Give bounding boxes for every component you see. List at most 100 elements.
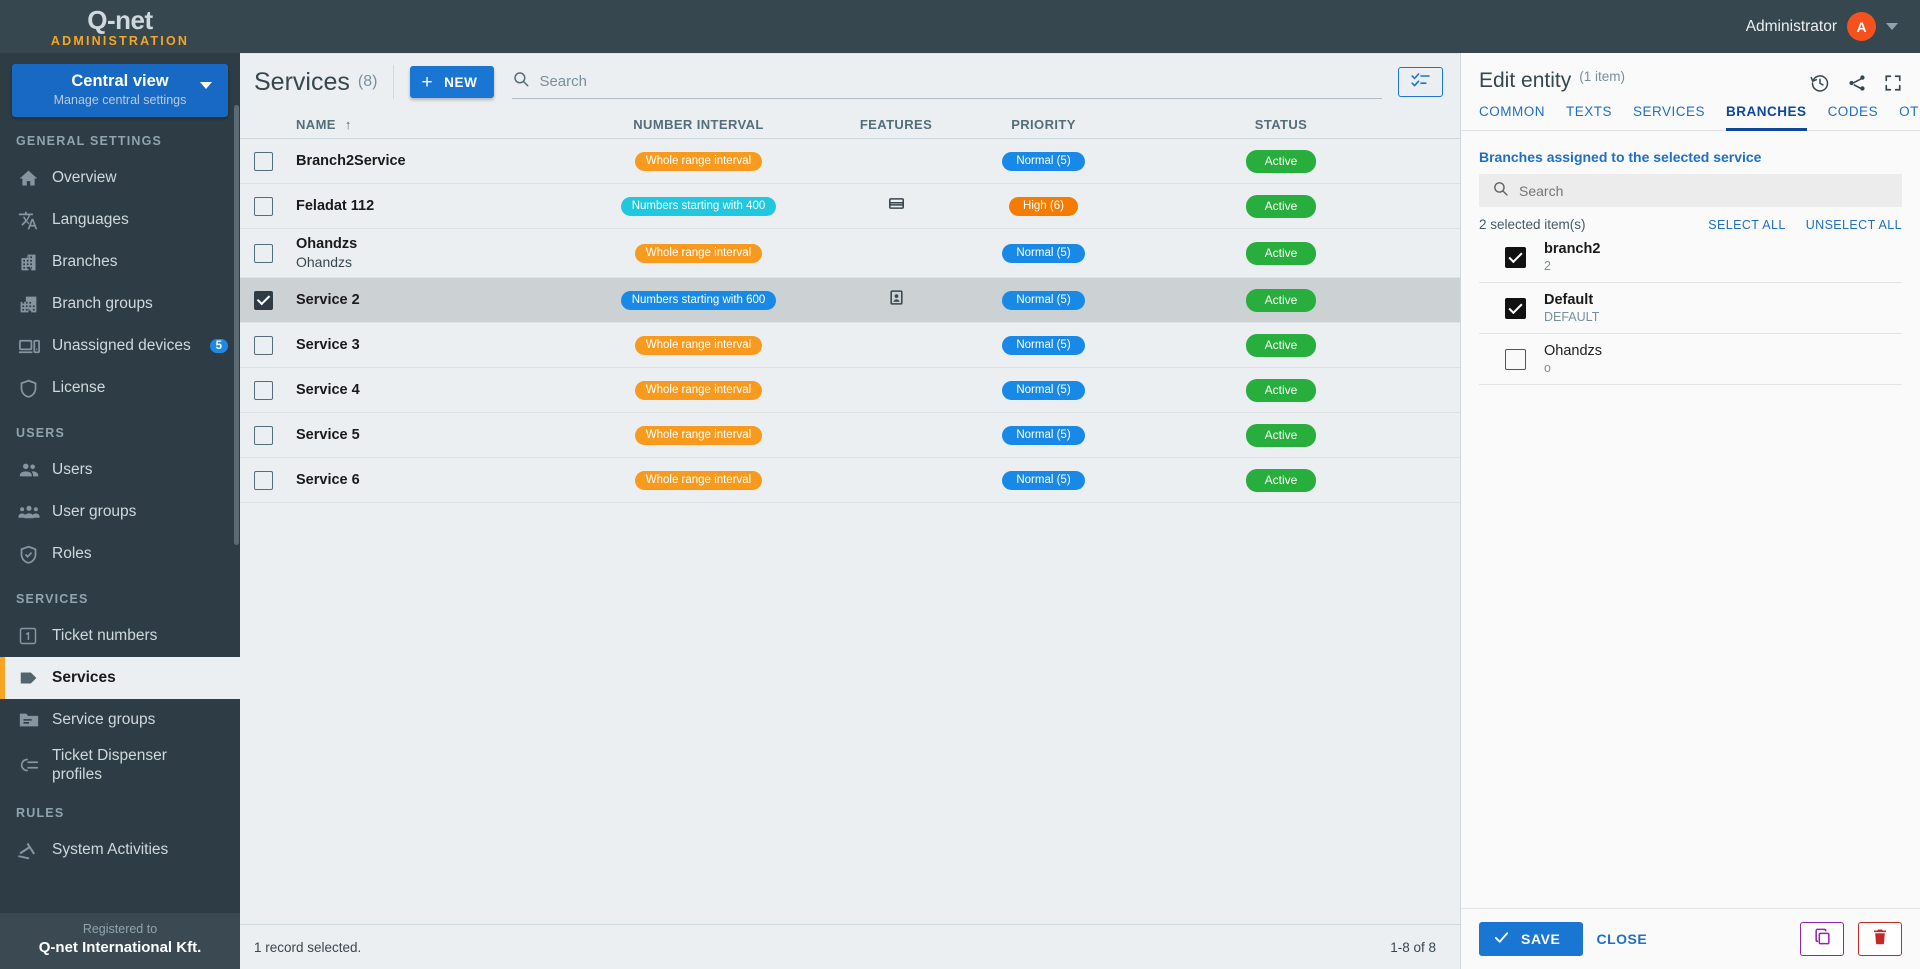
sidebar-item-license[interactable]: License <box>0 367 240 409</box>
sidebar-item-service-groups[interactable]: Service groups <box>0 699 240 741</box>
row-checkbox-cell[interactable] <box>254 335 296 355</box>
table-body: Branch2Service Whole range interval Norm… <box>240 139 1460 924</box>
page-item-count: (8) <box>357 73 378 90</box>
search-input[interactable] <box>539 73 1382 90</box>
priority-badge: Normal (5) <box>1002 336 1085 355</box>
close-button[interactable]: CLOSE <box>1597 931 1648 947</box>
table-row[interactable]: Branch2Service Whole range interval Norm… <box>240 139 1460 184</box>
branch-checkbox[interactable] <box>1505 246 1526 268</box>
row-name-cell: Service 4 <box>296 382 576 398</box>
table-header-priority[interactable]: PRIORITY <box>971 117 1116 132</box>
row-checkbox-cell[interactable] <box>254 196 296 216</box>
share-icon[interactable] <box>1847 73 1867 93</box>
row-checkbox[interactable] <box>254 425 273 445</box>
save-button[interactable]: SAVE <box>1479 922 1583 956</box>
row-checkbox[interactable] <box>254 335 273 355</box>
tab-texts[interactable]: TEXTS <box>1566 104 1612 131</box>
row-name-cell: Ohandzs Ohandzs <box>296 236 576 270</box>
sidebar-item-overview[interactable]: Overview <box>0 157 240 199</box>
row-checkbox[interactable] <box>254 290 273 310</box>
unselect-all-button[interactable]: UNSELECT ALL <box>1806 218 1902 232</box>
row-checkbox-cell[interactable] <box>254 151 296 171</box>
chevron-down-icon[interactable] <box>200 82 212 89</box>
sidebar-item-services[interactable]: Services <box>0 657 240 699</box>
row-checkbox-cell[interactable] <box>254 290 296 310</box>
sidebar-item-label: Languages <box>52 211 129 228</box>
central-view-selector[interactable]: Central view Manage central settings <box>12 64 228 117</box>
chevron-down-icon[interactable] <box>1886 23 1898 30</box>
trash-icon <box>1871 928 1889 951</box>
branch-text: Ohandzs o <box>1544 343 1602 375</box>
search-box[interactable] <box>512 65 1382 99</box>
row-priority-cell: High (6) <box>971 196 1116 216</box>
sidebar-item-ticket-numbers[interactable]: Ticket numbers <box>0 615 240 657</box>
table-header-name[interactable]: NAME ↑ <box>296 117 576 132</box>
new-button[interactable]: + NEW <box>410 66 495 98</box>
interval-badge: Whole range interval <box>634 152 763 171</box>
branch-code: 2 <box>1544 259 1551 273</box>
row-checkbox-cell[interactable] <box>254 470 296 490</box>
row-checkbox[interactable] <box>254 196 273 216</box>
branch-search-input[interactable] <box>1519 182 1889 199</box>
row-checkbox[interactable] <box>254 151 273 171</box>
interval-badge: Numbers starting with 600 <box>620 291 777 310</box>
interval-badge: Whole range interval <box>634 471 763 490</box>
sidebar-item-branch-groups[interactable]: Branch groups 5 <box>0 283 240 325</box>
sidebar-item-user-groups[interactable]: User groups <box>0 491 240 533</box>
row-name: Service 5 <box>296 427 360 443</box>
services-table: NAME ↑ NUMBER INTERVAL FEATURES PRIORITY… <box>240 110 1460 969</box>
sidebar-item-ticket-dispenser-profiles[interactable]: Ticket Dispenser profiles <box>0 741 240 789</box>
duplicate-button[interactable] <box>1800 922 1844 956</box>
branch-name: branch2 <box>1544 241 1601 257</box>
tab-common[interactable]: COMMON <box>1479 104 1545 131</box>
tab-services[interactable]: SERVICES <box>1633 104 1705 131</box>
table-header-features[interactable]: FEATURES <box>821 117 971 132</box>
sidebar-item-label: License <box>52 379 106 396</box>
sidebar-item-system-activities[interactable]: System Activities <box>0 829 240 871</box>
sidebar-scrollbar[interactable] <box>234 105 239 545</box>
history-icon[interactable] <box>1810 73 1830 93</box>
branch-list-item[interactable]: Ohandzs o <box>1479 334 1902 385</box>
sidebar-item-label: Unassigned devices <box>52 337 191 354</box>
delete-button[interactable] <box>1858 922 1902 956</box>
home-icon <box>18 168 52 189</box>
sidebar-item-branches[interactable]: Branches <box>0 241 240 283</box>
column-settings-button[interactable] <box>1398 67 1443 97</box>
sidebar-item-label: Service groups <box>52 711 156 728</box>
row-checkbox-cell[interactable] <box>254 380 296 400</box>
tab-branches[interactable]: BRANCHES <box>1726 104 1807 131</box>
select-all-button[interactable]: SELECT ALL <box>1708 218 1785 232</box>
building-icon <box>18 252 52 273</box>
table-row[interactable]: Service 5 Whole range interval Normal (5… <box>240 413 1460 458</box>
sidebar-item-languages[interactable]: Languages <box>0 199 240 241</box>
save-button-label: SAVE <box>1521 931 1561 947</box>
row-checkbox[interactable] <box>254 380 273 400</box>
branch-checkbox[interactable] <box>1505 348 1526 370</box>
tab-others[interactable]: OTHERS <box>1899 104 1920 131</box>
sidebar-item-unassigned-devices[interactable]: Unassigned devices 5 <box>0 325 240 367</box>
row-name-cell: Service 5 <box>296 427 576 443</box>
priority-badge: Normal (5) <box>1002 244 1085 263</box>
branch-list-item[interactable]: Default DEFAULT <box>1479 283 1902 334</box>
table-row[interactable]: Service 2 Numbers starting with 600 Norm… <box>240 278 1460 323</box>
table-row[interactable]: Service 6 Whole range interval Normal (5… <box>240 458 1460 503</box>
sidebar-item-roles[interactable]: Roles <box>0 533 240 575</box>
branch-checkbox[interactable] <box>1505 297 1526 319</box>
table-row[interactable]: Service 4 Whole range interval Normal (5… <box>240 368 1460 413</box>
row-checkbox[interactable] <box>254 243 273 263</box>
table-header-status[interactable]: STATUS <box>1116 117 1446 132</box>
branch-search-box[interactable] <box>1479 174 1902 207</box>
row-checkbox-cell[interactable] <box>254 425 296 445</box>
row-checkbox[interactable] <box>254 470 273 490</box>
branch-list-item[interactable]: branch2 2 <box>1479 232 1902 283</box>
tab-codes[interactable]: CODES <box>1828 104 1879 131</box>
panel-header-actions <box>1810 69 1902 93</box>
fullscreen-icon[interactable] <box>1884 74 1902 92</box>
table-row[interactable]: Ohandzs Ohandzs Whole range interval Nor… <box>240 229 1460 278</box>
table-header-number-interval[interactable]: NUMBER INTERVAL <box>576 117 821 132</box>
table-row[interactable]: Feladat 112 Numbers starting with 400 Hi… <box>240 184 1460 229</box>
row-checkbox-cell[interactable] <box>254 243 296 263</box>
sidebar-item-users[interactable]: Users <box>0 449 240 491</box>
table-row[interactable]: Service 3 Whole range interval Normal (5… <box>240 323 1460 368</box>
user-menu[interactable]: Administrator A <box>1746 12 1920 41</box>
